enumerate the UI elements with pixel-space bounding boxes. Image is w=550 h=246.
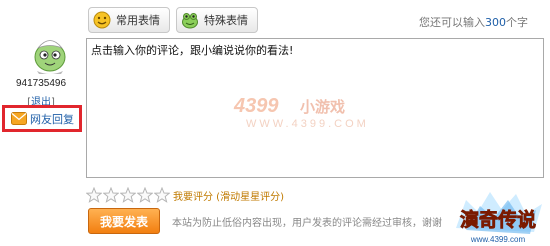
counter-suffix: 个字: [506, 16, 528, 29]
common-emoji-button[interactable]: 常用表情: [88, 7, 170, 33]
special-emoji-label: 特殊表情: [204, 14, 248, 27]
common-emoji-label: 常用表情: [116, 14, 160, 27]
frog-icon: [182, 13, 198, 29]
rating-row: 我要评分 (滑动星星评分): [86, 187, 284, 203]
user-panel: 941735496 [退出] 网友回复: [0, 0, 82, 246]
counter-prefix: 您还可以输入: [419, 16, 485, 29]
envelope-icon: [11, 112, 27, 125]
smiley-icon: [93, 11, 111, 29]
avatar: [34, 40, 66, 74]
counter-count: 300: [485, 16, 506, 29]
special-emoji-button[interactable]: 特殊表情: [176, 7, 258, 33]
star-icon[interactable]: [137, 187, 153, 203]
comment-input[interactable]: 点击输入你的评论，跟小编说说你的看法!: [86, 38, 544, 178]
moderation-notice: 本站为防止低俗内容出现，用户发表的评论需经过审核，谢谢: [172, 218, 442, 229]
star-icon[interactable]: [154, 187, 170, 203]
star-icon[interactable]: [86, 187, 102, 203]
user-id: 941735496: [15, 78, 67, 89]
char-counter: 您还可以输入300个字: [419, 14, 528, 30]
game-logo: 演奇传说 www.4399.com: [456, 192, 542, 244]
reply-button[interactable]: 网友回复: [2, 105, 82, 132]
rating-label: 我要评分 (滑动星星评分): [173, 191, 284, 203]
logo-title: 演奇传说: [460, 208, 536, 231]
reply-label: 网友回复: [30, 112, 74, 126]
logo-url: www.4399.com: [470, 235, 526, 244]
star-icon[interactable]: [103, 187, 119, 203]
submit-button[interactable]: 我要发表: [88, 208, 160, 234]
star-icon[interactable]: [120, 187, 136, 203]
